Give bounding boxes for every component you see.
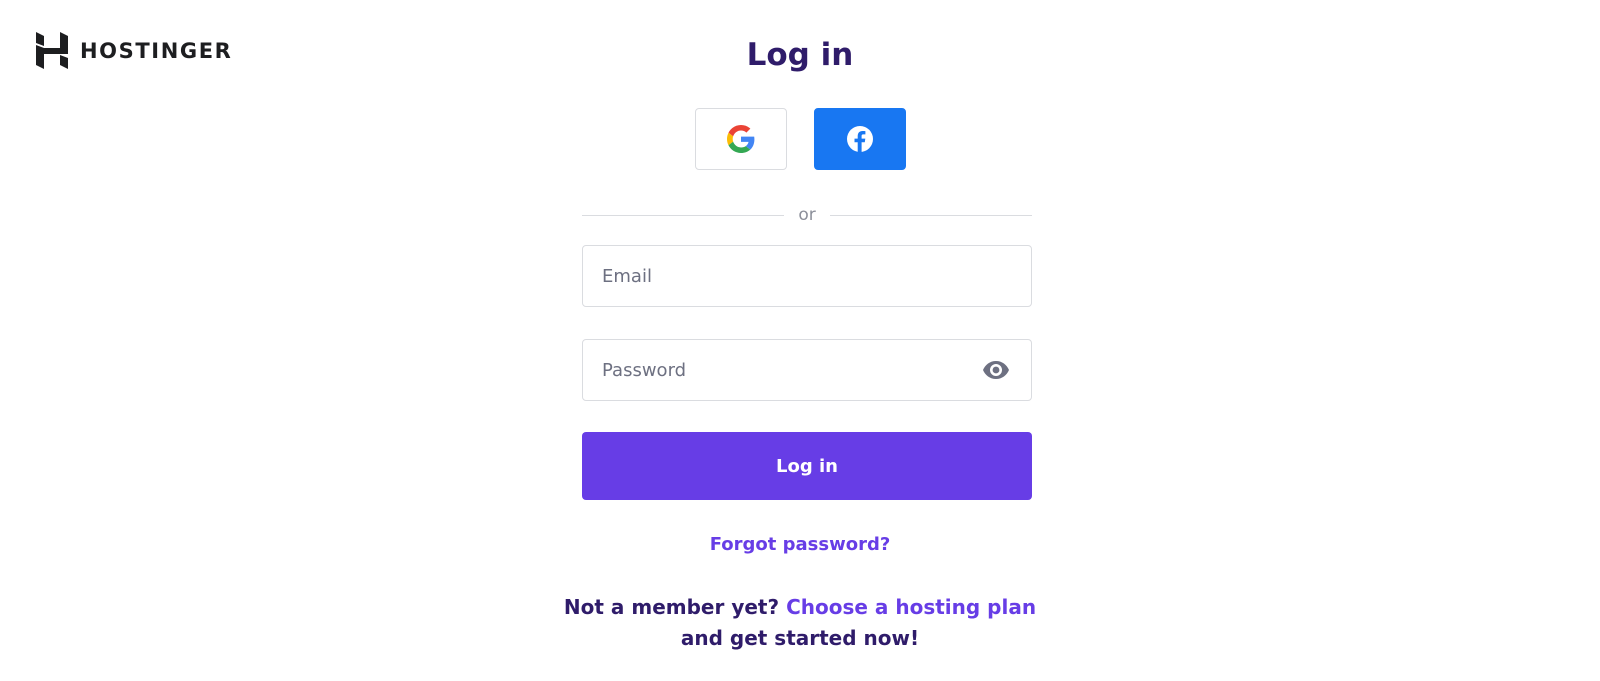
- or-divider: or: [582, 205, 1033, 225]
- divider-line-left: [582, 214, 785, 216]
- password-field-container: [582, 339, 1032, 401]
- email-field-container: [582, 245, 1032, 307]
- signup-prefix: Not a member yet?: [563, 595, 780, 619]
- facebook-login-button[interactable]: [813, 108, 906, 170]
- forgot-password-row: Forgot password?: [0, 534, 1600, 555]
- login-page: HOSTINGER Log in or Email Log in Forgot …: [0, 0, 1600, 681]
- login-submit-button[interactable]: Log in: [582, 432, 1032, 500]
- choose-hosting-plan-link[interactable]: Choose a hosting plan: [786, 595, 1036, 619]
- signup-prompt: Not a member yet? Choose a hosting plan …: [0, 592, 1600, 654]
- page-title: Log in: [746, 37, 854, 73]
- forgot-password-link[interactable]: Forgot password?: [710, 534, 891, 555]
- google-login-button[interactable]: [694, 108, 787, 170]
- password-input[interactable]: [583, 340, 981, 400]
- signup-suffix: and get started now!: [680, 626, 920, 650]
- eye-icon: [983, 361, 1009, 379]
- show-password-toggle[interactable]: [981, 359, 1011, 381]
- social-login-group: [0, 108, 1600, 170]
- google-g-icon: [726, 125, 754, 153]
- email-input[interactable]: [583, 246, 1031, 306]
- or-label: or: [798, 205, 816, 225]
- divider-line-right: [829, 214, 1033, 216]
- facebook-f-icon: [846, 126, 873, 152]
